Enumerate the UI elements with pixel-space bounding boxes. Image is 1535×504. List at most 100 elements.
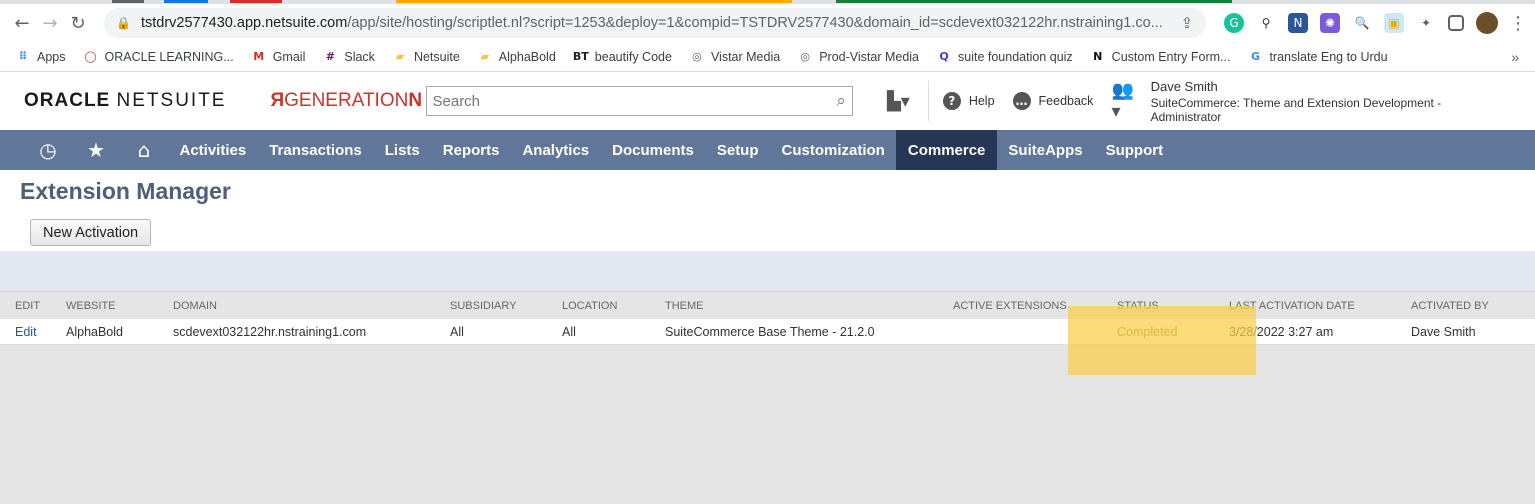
grammarly-icon[interactable]: G: [1224, 13, 1244, 33]
nav-item-activities[interactable]: Activities: [168, 130, 258, 170]
generation-logo: ЯGENERATIONN: [270, 90, 425, 112]
home-icon[interactable]: ⌂: [120, 130, 168, 170]
generation-text-end: N: [408, 90, 423, 111]
back-arrow-icon[interactable]: ←: [8, 9, 36, 37]
nav-item-lists[interactable]: Lists: [373, 130, 431, 170]
reload-icon[interactable]: ↻: [64, 9, 92, 37]
nav-item-documents[interactable]: Documents: [601, 130, 706, 170]
bookmark-item[interactable]: ◎ Prod-Vistar Media: [798, 50, 919, 64]
help-icon: ?: [942, 92, 961, 110]
bookmark-label: AlphaBold: [498, 49, 556, 64]
column-header[interactable]: WEBSITE: [66, 300, 173, 312]
bookmarks-overflow-icon[interactable]: »: [1511, 49, 1519, 65]
nav-item-customization[interactable]: Customization: [770, 130, 896, 170]
browser-toolbar: ← → ↻ 🔒 tstdrv2577430.app.netsuite.com/a…: [0, 4, 1535, 42]
side-panel-icon[interactable]: [1448, 15, 1464, 31]
user-name: Dave Smith: [1150, 78, 1218, 94]
bookmark-item[interactable]: M Gmail: [252, 50, 305, 64]
search-input[interactable]: [432, 92, 837, 110]
nav-item-transactions[interactable]: Transactions: [258, 130, 374, 170]
slack-icon: #: [325, 50, 335, 63]
bookmark-item[interactable]: # Slack: [323, 50, 375, 64]
generation-text: GENERATION: [284, 90, 409, 111]
theme-cell: SuiteCommerce Base Theme - 21.2.0: [665, 324, 875, 339]
menu-dots-icon[interactable]: ⋮: [1509, 9, 1527, 37]
bookmark-label: suite foundation quiz: [958, 49, 1073, 64]
subsidiary-cell: All: [450, 324, 464, 339]
nav-item-analytics[interactable]: Analytics: [511, 130, 601, 170]
column-header[interactable]: THEME: [665, 300, 953, 312]
recent-history-icon[interactable]: ◷: [24, 130, 72, 170]
lock-icon: 🔒: [116, 16, 131, 30]
oracle-icon: ◯: [84, 50, 97, 63]
oracle-netsuite-logo[interactable]: ORACLE NETSUITE: [24, 90, 270, 112]
bookmark-item[interactable]: ▰ Netsuite: [393, 50, 460, 64]
filter-band: [0, 251, 1535, 291]
new-activation-button[interactable]: New Activation: [30, 219, 152, 246]
folder-icon: ▰: [395, 50, 405, 63]
notion-icon: N: [1093, 50, 1103, 63]
column-header[interactable]: LAST ACTIVATION DATE: [1229, 300, 1411, 312]
recent-records-icon: ▙▾: [886, 90, 910, 112]
bookmark-item[interactable]: Gtranslate Eng to Urdu: [1248, 49, 1388, 64]
user-role: SuiteCommerce: Theme and Extension Devel…: [1150, 95, 1442, 124]
edit-link[interactable]: Edit: [0, 325, 66, 339]
last-activation-date-cell: 3/28/2022 3:27 am: [1229, 324, 1334, 339]
extension-icon-6[interactable]: ▣: [1384, 13, 1404, 33]
nav-item-setup[interactable]: Setup: [705, 130, 770, 170]
nav-item-reports[interactable]: Reports: [431, 130, 511, 170]
bookmark-label: Prod-Vistar Media: [819, 49, 919, 64]
column-header[interactable]: ACTIVATED BY: [1411, 300, 1531, 312]
nav-item-suiteapps[interactable]: SuiteApps: [997, 130, 1094, 170]
puzzle-icon[interactable]: ✦: [1416, 13, 1436, 33]
bookmark-item[interactable]: Qsuite foundation quiz: [937, 49, 1073, 64]
header-divider: [927, 81, 929, 121]
address-bar[interactable]: 🔒 tstdrv2577430.app.netsuite.com/app/sit…: [104, 8, 1206, 38]
favorites-star-icon[interactable]: ★: [72, 130, 120, 170]
bookmark-item[interactable]: N Custom Entry Form...: [1091, 50, 1230, 64]
extension-icon-4[interactable]: ✺: [1320, 13, 1340, 33]
help-button[interactable]: ? Help: [942, 92, 995, 110]
feedback-label: Feedback: [1038, 94, 1094, 108]
status-cell: Completed: [1117, 324, 1178, 339]
user-menu[interactable]: 👥▾ Dave Smith SuiteCommerce: Theme and E…: [1111, 79, 1511, 124]
browser-tab-strip: [0, 0, 1535, 4]
feedback-button[interactable]: … Feedback: [1012, 92, 1094, 110]
extension-icon-2[interactable]: ⚲: [1256, 13, 1276, 33]
share-icon[interactable]: ⇪: [1181, 14, 1194, 32]
quiz-icon: Q: [939, 50, 949, 63]
extension-icon-5[interactable]: 🔍: [1352, 13, 1372, 33]
search-icon[interactable]: ⌕: [836, 91, 846, 111]
nav-item-support[interactable]: Support: [1094, 130, 1175, 170]
location-cell: All: [562, 324, 576, 339]
column-header[interactable]: EDIT: [0, 300, 66, 312]
table-body: Edit AlphaBold scdevext032122hr.nstraining…: [0, 319, 1535, 345]
bookmark-item[interactable]: ⠿ Apps: [16, 50, 66, 64]
globe-icon: ◎: [692, 50, 702, 63]
profile-avatar[interactable]: [1476, 12, 1498, 34]
bookmark-label: translate Eng to Urdu: [1269, 49, 1388, 64]
bookmark-item[interactable]: BT beautify Code: [573, 50, 672, 64]
google-icon: G: [1250, 50, 1260, 63]
page-title: Extension Manager: [20, 178, 231, 204]
domain-cell: scdevext032122hr.nstraining1.com: [173, 324, 367, 339]
column-header[interactable]: STATUS: [1117, 300, 1229, 312]
activated-by-cell: Dave Smith: [1411, 324, 1476, 339]
bookmark-item[interactable]: ◯ ORACLE LEARNING...: [84, 49, 234, 64]
table-row: Edit AlphaBold scdevext032122hr.nstraining…: [0, 319, 1535, 345]
column-header[interactable]: ACTIVE EXTENSIONS: [953, 300, 1117, 312]
column-header[interactable]: SUBSIDIARY: [450, 300, 562, 312]
bookmark-item[interactable]: ◎ Vistar Media: [690, 50, 780, 64]
gmail-icon: M: [253, 50, 265, 63]
logo-oracle-text: ORACLE: [24, 90, 111, 111]
bookmark-item[interactable]: ▰ AlphaBold: [478, 50, 556, 64]
recent-records-button[interactable]: ▙▾: [887, 91, 910, 112]
global-search: ⌕: [425, 86, 853, 116]
extension-icon-3[interactable]: N: [1288, 13, 1308, 33]
column-header[interactable]: DOMAIN: [173, 300, 450, 312]
column-header[interactable]: LOCATION: [562, 300, 665, 312]
website-cell: AlphaBold: [66, 324, 123, 339]
bookmark-label: ORACLE LEARNING...: [104, 49, 234, 64]
forward-arrow-icon[interactable]: →: [36, 9, 64, 37]
nav-item-commerce[interactable]: Commerce: [896, 130, 997, 170]
